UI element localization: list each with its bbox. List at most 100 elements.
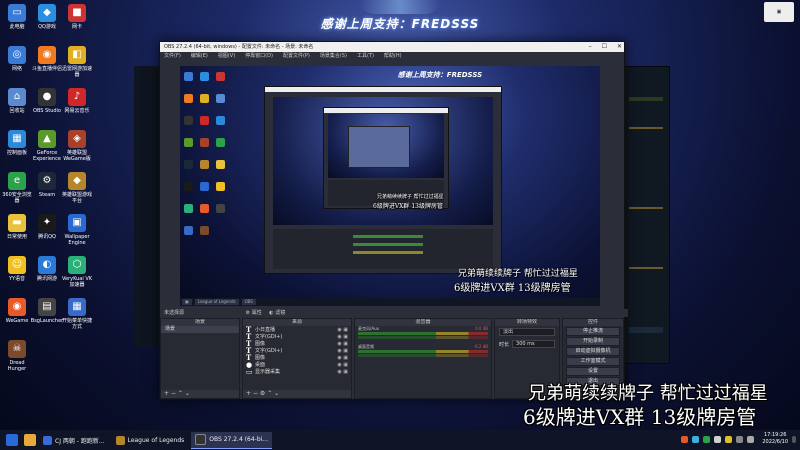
desktop-icon[interactable]: ⌂ 回收站	[0, 88, 34, 114]
desktop-icon[interactable]: ● OBS Studio	[30, 88, 64, 114]
desktop-volume-slider[interactable]	[358, 354, 488, 357]
visibility-icon[interactable]: ◉ ▣	[337, 341, 348, 347]
menu-tools[interactable]: 工具(T)	[357, 52, 374, 60]
desktop-icon[interactable]: ☺ YY语音	[0, 256, 34, 282]
transition-select[interactable]: 淡出	[499, 328, 555, 336]
desktop-icon[interactable]: ◆ 英雄联盟游戏平台	[60, 172, 94, 204]
menu-scene-collection[interactable]: 场景集合(S)	[320, 52, 347, 60]
app-icon: ☺	[8, 256, 26, 274]
desktop-icon[interactable]: ◈ 英雄联盟WeGame版	[60, 130, 94, 162]
remove-icon[interactable]: −	[253, 390, 258, 397]
settings-button[interactable]: 设置	[566, 367, 620, 376]
add-icon[interactable]: +	[164, 390, 169, 397]
studio-mode-button[interactable]: 工作室模式	[566, 357, 620, 366]
desktop-icon[interactable]: ✦ 腾讯QQ	[30, 214, 64, 240]
obs-window[interactable]: OBS 27.2.4 (64-bit, windows) - 配置文件: 未命名…	[159, 41, 628, 400]
move-down-icon[interactable]: ⌄	[185, 390, 190, 397]
mic-volume-slider[interactable]	[358, 336, 488, 339]
stop-streaming-button[interactable]: 停止推流	[566, 327, 620, 336]
tray-icon[interactable]	[725, 435, 733, 443]
menu-docks[interactable]: 停靠窗口(D)	[245, 52, 273, 60]
filters-button[interactable]: 滤镜	[275, 310, 285, 316]
properties-button[interactable]: 属性	[252, 310, 262, 316]
remove-icon[interactable]: −	[171, 390, 176, 397]
desktop-icon[interactable]: ⚙ Steam	[30, 172, 64, 198]
menu-profile[interactable]: 配置文件(P)	[283, 52, 310, 60]
filter-icon[interactable]: ◐	[269, 310, 273, 316]
desktop-icon-label: 腾讯QQ	[38, 234, 56, 240]
tray-icon[interactable]	[692, 435, 700, 443]
source-item[interactable]: T 文字(GDI+) ◉ ▣	[243, 346, 351, 355]
visibility-icon[interactable]: ◉ ▣	[337, 334, 348, 340]
virtual-camera-button[interactable]: 启动虚拟摄像机	[566, 347, 620, 356]
taskbar-app-browser[interactable]: CJ 两朝 - 跑跑新...	[39, 432, 109, 448]
visibility-icon[interactable]: ◉ ▣	[337, 348, 348, 354]
app-icon: ✦	[38, 214, 56, 232]
clock-date: 2022/6/10	[762, 439, 788, 445]
close-icon[interactable]: ✕	[617, 42, 622, 52]
source-item[interactable]: T 图像 ◉ ▣	[243, 353, 351, 362]
file-explorer-icon[interactable]	[24, 434, 36, 446]
preview-desktop-icon	[200, 94, 209, 103]
desktop-icon[interactable]: ⬡ VeryKuai VK加速器	[60, 256, 94, 288]
desktop-icon[interactable]: ▣ Wallpaper Engine	[60, 214, 94, 246]
maximize-icon[interactable]: ☐	[602, 42, 607, 52]
scene-item[interactable]: 场景	[161, 326, 239, 333]
obs-menubar: 文件(F) 编辑(E) 视图(V) 停靠窗口(D) 配置文件(P) 场景集合(S…	[160, 52, 624, 60]
source-item[interactable]: ▭ 显示器采集 ◉ ▣	[243, 367, 351, 376]
start-icon[interactable]	[6, 434, 18, 446]
gear-icon[interactable]: ⚙	[246, 310, 250, 316]
source-item[interactable]: T 文字(GDI+) ◉ ▣	[243, 332, 351, 341]
taskbar-app-obs[interactable]: OBS 27.2.4 (64-bi...	[191, 431, 273, 449]
add-icon[interactable]: +	[246, 390, 251, 397]
desktop-icon[interactable]: ▬ 日常使用	[0, 214, 34, 240]
menu-file[interactable]: 文件(F)	[164, 52, 181, 60]
nested-obs-window: 兄弟萌续续牌子 帮忙过过福星 6级牌进VX群 13级牌房管	[264, 86, 502, 274]
move-up-icon[interactable]: ⌃	[178, 390, 183, 397]
start-recording-button[interactable]: 开始录制	[566, 337, 620, 346]
menu-view[interactable]: 视图(V)	[218, 52, 235, 60]
desktop-icon[interactable]: ◧ 迅雷网游加速器	[60, 46, 94, 78]
visibility-icon[interactable]: ◉ ▣	[337, 355, 348, 361]
desktop-icon[interactable]: ▦ 开始菜单快捷方式	[60, 298, 94, 330]
source-item[interactable]: ● 桌面 ◉ ▣	[243, 360, 351, 369]
visibility-icon[interactable]: ◉ ▣	[337, 362, 348, 368]
desktop-icon[interactable]: ▦ 控制面板	[0, 130, 34, 156]
desktop-icon[interactable]: ◉ WeGame	[0, 298, 34, 324]
gear-icon[interactable]: ⚙	[260, 390, 265, 397]
move-up-icon[interactable]: ⌃	[267, 390, 272, 397]
desktop-icon[interactable]: e 360安全浏览器	[0, 172, 34, 204]
desktop-icon[interactable]: ◎ 网络	[0, 46, 34, 72]
duration-input[interactable]: 300 ms	[512, 340, 555, 348]
desktop-icon[interactable]: ☠ Dread Hunger	[0, 340, 34, 372]
desktop-icon[interactable]: ◆ QQ游戏	[30, 4, 64, 30]
source-item[interactable]: T 图像 ◉ ▣	[243, 339, 351, 348]
taskbar-app-league[interactable]: League of Legends	[112, 432, 189, 448]
desktop-icon[interactable]: ■ 网卡	[60, 4, 94, 30]
obs-titlebar[interactable]: OBS 27.2.4 (64-bit, windows) - 配置文件: 未命名…	[160, 42, 624, 52]
tray-icon[interactable]	[714, 435, 722, 443]
duration-label: 时长	[499, 341, 510, 348]
desktop-icon[interactable]: ◉ 斗鱼直播伴侣	[30, 46, 64, 72]
app-icon: ◆	[38, 4, 56, 22]
visibility-icon[interactable]: ◉ ▣	[337, 327, 348, 333]
desktop-icon[interactable]: ◐ 腾讯网游	[30, 256, 64, 282]
tray-icon[interactable]	[703, 435, 711, 443]
menu-help[interactable]: 帮助(H)	[384, 52, 402, 60]
desktop-icon[interactable]: ♪ 网易云音乐	[60, 88, 94, 114]
minimize-icon[interactable]: –	[589, 42, 592, 52]
preview-desktop-icon	[200, 226, 209, 235]
visibility-icon[interactable]: ◉ ▣	[337, 369, 348, 375]
volume-icon[interactable]	[747, 435, 755, 443]
obs-preview[interactable]: 感谢上周支持：FREDSSS 兄弟萌续续牌子 帮忙过过福星 6级牌进VX群 13…	[180, 66, 600, 306]
network-icon[interactable]	[736, 435, 744, 443]
move-down-icon[interactable]: ⌄	[274, 390, 279, 397]
system-clock[interactable]: 17:19:26 2022/6/10	[762, 432, 788, 446]
tray-icon[interactable]	[681, 435, 689, 443]
source-item[interactable]: T 小日直播 ◉ ▣	[243, 325, 351, 334]
desktop-icon[interactable]: ▤ BsgLauncher	[30, 298, 64, 324]
desktop-icon[interactable]: ▲ GeForce Experience	[30, 130, 64, 162]
menu-edit[interactable]: 编辑(E)	[191, 52, 208, 60]
notification-icon[interactable]	[792, 435, 796, 443]
desktop-icon[interactable]: ▭ 此电脑	[0, 4, 34, 30]
